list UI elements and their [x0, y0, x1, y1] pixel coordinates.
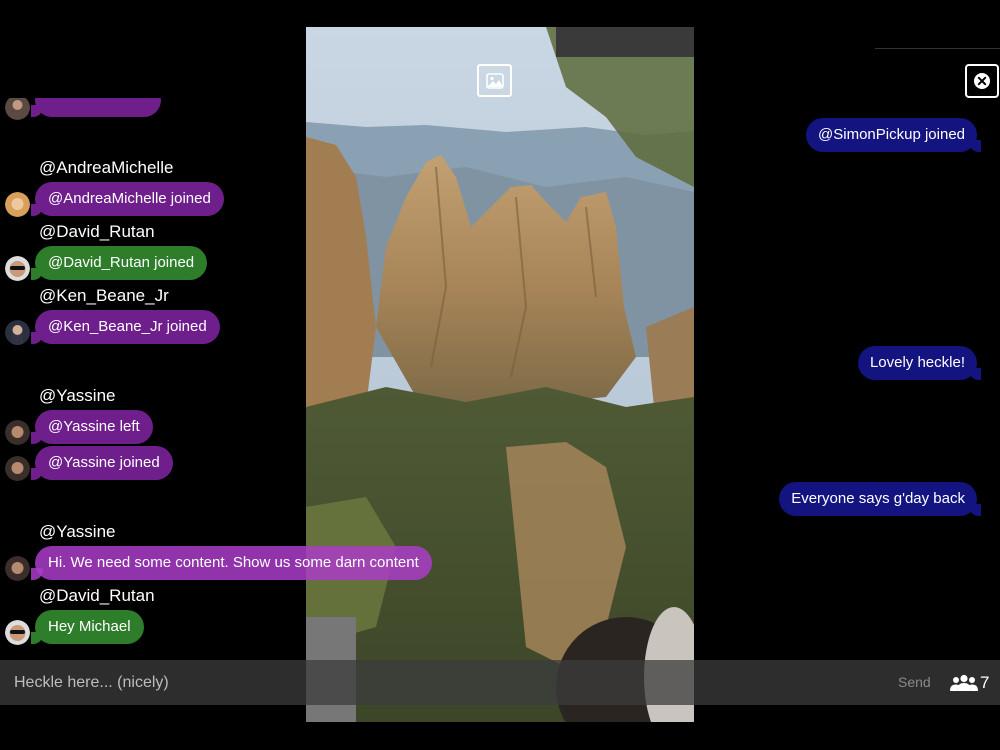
avatar — [5, 420, 30, 445]
chat-username: @Yassine — [39, 522, 116, 541]
chat-username: @AndreaMichelle — [39, 158, 174, 177]
avatar — [5, 256, 30, 281]
heckle-input-bar: Send 7 — [0, 660, 1000, 705]
avatar — [5, 456, 30, 481]
avatar — [5, 192, 30, 217]
chat-clip — [0, 0, 300, 98]
avatar — [5, 320, 30, 345]
chat-message: @AndreaMichelle joined — [31, 182, 224, 216]
viewer-count: 7 — [980, 672, 990, 692]
chat-username: @Yassine — [39, 386, 116, 405]
video-frame — [306, 27, 694, 722]
avatar — [5, 95, 30, 120]
chat-message: @Yassine joined — [31, 446, 173, 480]
viewers-button[interactable]: 7 — [950, 660, 989, 705]
chat-message: @Yassine left — [31, 410, 153, 444]
avatar — [5, 556, 30, 581]
chat-message: @Ken_Beane_Jr joined — [31, 310, 220, 344]
avatar — [5, 620, 30, 645]
chat-message: Hi. We need some content. Show us some d… — [31, 546, 432, 580]
close-button[interactable] — [965, 64, 999, 98]
top-right-divider — [875, 48, 1000, 49]
send-button[interactable]: Send — [898, 660, 931, 705]
own-chat-message: Everyone says g'day back — [779, 482, 981, 516]
chat-username: @David_Rutan — [39, 586, 155, 605]
chat-message: @David_Rutan joined — [30, 246, 208, 280]
own-chat-message: Lovely heckle! — [857, 346, 982, 380]
video-stream[interactable] — [306, 27, 694, 722]
image-icon — [485, 72, 504, 89]
image-toggle-button[interactable] — [477, 64, 512, 97]
people-icon — [950, 674, 978, 691]
chat-username: @David_Rutan — [39, 222, 155, 241]
chat-message: Hey Michael — [31, 610, 144, 644]
own-chat-message: @SimonPickup joined — [806, 118, 981, 152]
chat-username: @Ken_Beane_Jr — [39, 286, 169, 305]
heckle-input[interactable] — [0, 660, 880, 705]
close-circle-icon — [974, 73, 990, 89]
